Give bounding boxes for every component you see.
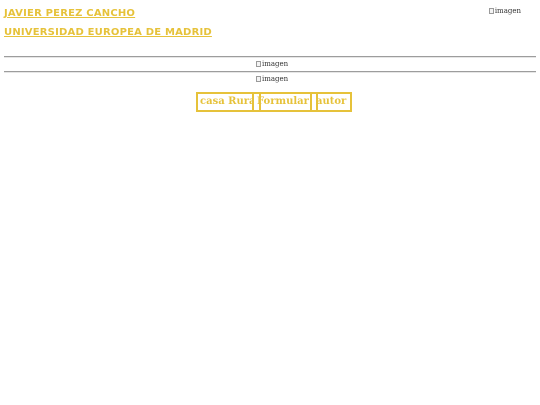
divider-top <box>4 56 536 58</box>
banner-image-2-alt: imagen <box>262 75 289 83</box>
menu-separator <box>252 94 254 110</box>
menu-item-casa-rural[interactable]: casa Rural <box>200 94 252 110</box>
banner-image-1: imagen <box>256 60 288 68</box>
menu-item-formulario[interactable]: Formulario <box>257 94 309 110</box>
banner-image-1-alt: imagen <box>262 60 289 68</box>
broken-image-icon <box>488 8 494 14</box>
broken-image-icon <box>256 76 261 82</box>
university-link[interactable]: UNIVERSIDAD EUROPEA DE MADRID <box>4 27 212 38</box>
divider-bottom <box>4 71 536 73</box>
header-image: imagen <box>488 7 521 15</box>
menu-separator <box>310 94 312 110</box>
banner-image-2: imagen <box>256 75 288 83</box>
menu-item-autor[interactable]: autor <box>316 94 350 110</box>
nav-menu: casa Rural Formulario autor <box>196 92 352 112</box>
author-link[interactable]: JAVIER PEREZ CANCHO <box>4 8 135 19</box>
broken-image-icon <box>256 61 261 67</box>
header-image-alt: imagen <box>494 7 521 15</box>
page: JAVIER PEREZ CANCHO UNIVERSIDAD EUROPEA … <box>0 0 540 405</box>
